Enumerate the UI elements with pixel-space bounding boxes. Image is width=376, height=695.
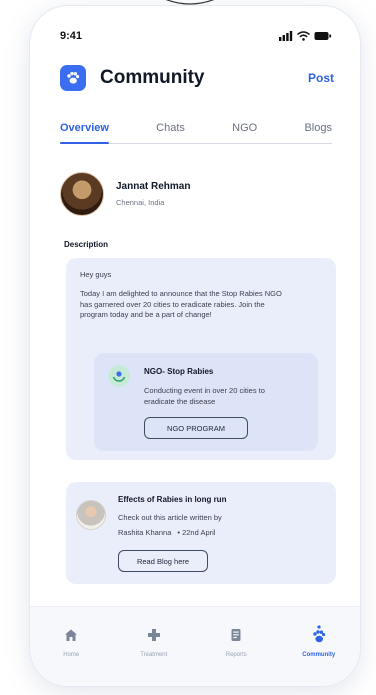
nav-community[interactable]: Community	[289, 625, 349, 686]
nav-treatment[interactable]: Treatment	[124, 625, 184, 686]
tab-blogs[interactable]: Blogs	[304, 122, 332, 143]
status-icons	[279, 31, 332, 41]
bottom-nav: Home Treatment Reports Community	[30, 606, 360, 686]
nav-home[interactable]: Home	[41, 625, 101, 686]
app-header: Community Post	[60, 62, 334, 94]
nav-reports[interactable]: Reports	[206, 625, 266, 686]
status-time: 9:41	[60, 30, 83, 42]
ngo-hands-icon	[108, 365, 130, 387]
author-info: Jannat Rehman Chennai, India	[116, 181, 190, 207]
tab-overview[interactable]: Overview	[60, 122, 109, 144]
paw-icon	[60, 65, 86, 91]
tab-ngo[interactable]: NGO	[232, 122, 257, 143]
blog-date: • 22nd April	[177, 528, 216, 537]
ngo-title: NGO- Stop Rabies	[144, 367, 214, 376]
read-blog-button[interactable]: Read Blog here	[118, 550, 208, 572]
wifi-icon	[297, 31, 310, 41]
blog-author-avatar	[76, 500, 106, 530]
status-bar: 9:41	[60, 28, 332, 44]
signal-icon	[279, 31, 293, 41]
ngo-card[interactable]: NGO- Stop Rabies Conducting event in ove…	[94, 353, 318, 451]
blog-meta: Rashita Khanna • 22nd April	[118, 528, 215, 537]
post-card: Hey guys Today I am delighted to announc…	[66, 258, 336, 460]
nav-home-label: Home	[63, 652, 80, 658]
blog-title: Effects of Rabies in long run	[118, 495, 227, 504]
author-name: Jannat Rehman	[116, 181, 191, 192]
nav-reports-label: Reports	[225, 652, 247, 658]
phone-frame: 9:41 Community Post Overview Chats NGO B…	[30, 6, 360, 686]
blog-subtitle: Check out this article written by	[118, 513, 222, 522]
home-icon	[64, 625, 78, 645]
blog-author: Rashita Khanna	[118, 528, 172, 537]
author-location: Chennai, India	[116, 198, 165, 207]
post-greeting: Hey guys	[80, 270, 112, 279]
cross-icon	[147, 625, 161, 645]
description-label: Description	[64, 240, 109, 249]
avatar[interactable]	[60, 172, 104, 216]
report-icon	[229, 625, 243, 645]
nav-community-label: Community	[302, 652, 336, 658]
tab-chats[interactable]: Chats	[156, 122, 185, 143]
nav-treatment-label: Treatment	[140, 652, 168, 658]
post-body: Today I am delighted to announce that th…	[80, 289, 282, 319]
battery-icon	[314, 32, 332, 40]
post-button[interactable]: Post	[308, 71, 334, 85]
ngo-program-button[interactable]: NGO PROGRAM	[144, 417, 248, 439]
author-profile[interactable]: Jannat Rehman Chennai, India	[60, 172, 190, 216]
blog-card[interactable]: Effects of Rabies in long run Check out …	[66, 482, 336, 584]
community-icon	[311, 625, 327, 645]
ngo-description: Conducting event in over 20 cities to er…	[144, 386, 265, 406]
tab-bar: Overview Chats NGO Blogs	[60, 122, 332, 144]
page-title: Community	[100, 67, 205, 88]
